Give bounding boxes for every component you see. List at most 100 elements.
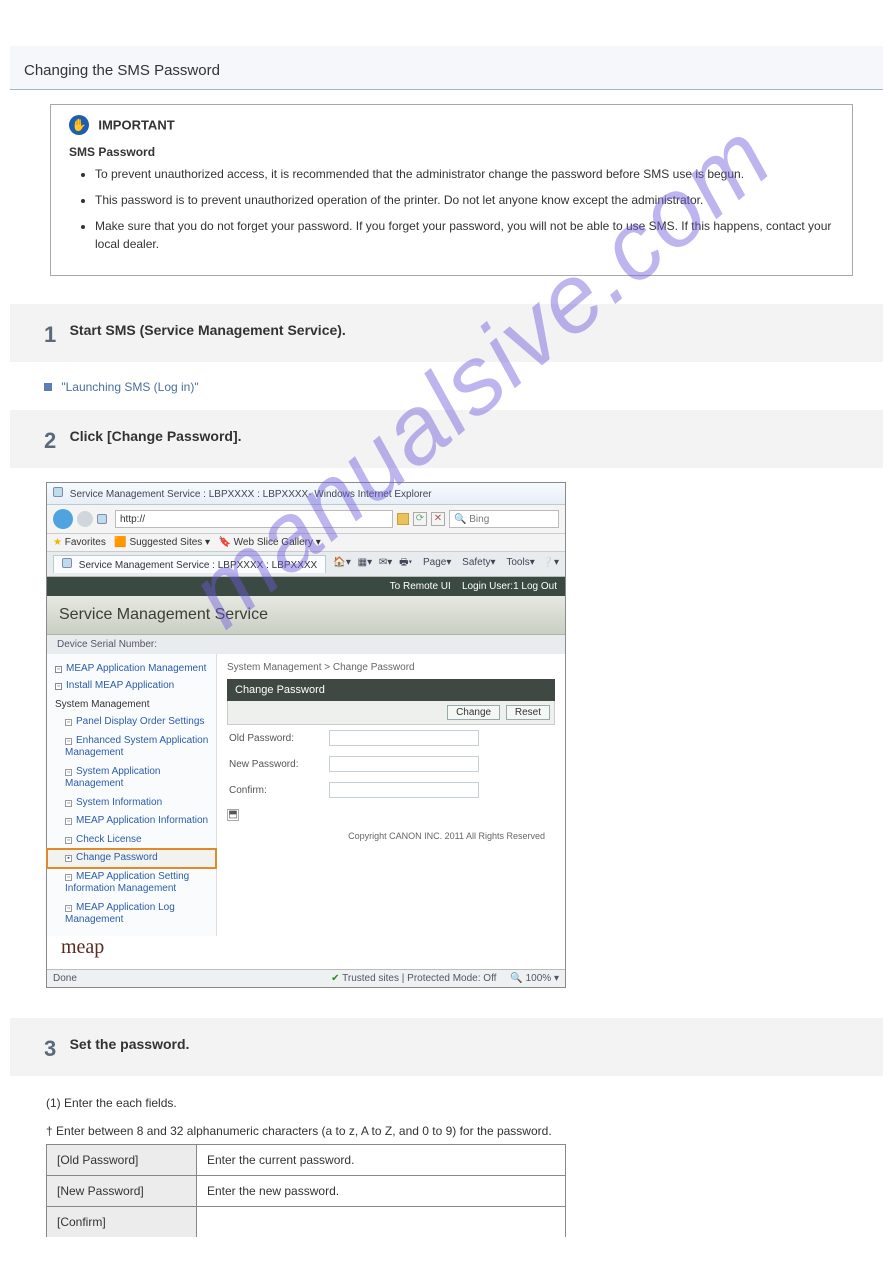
ie-app-icon (53, 487, 63, 497)
confirm-label: Confirm: (229, 785, 329, 796)
web-slice-link[interactable]: 🔖 Web Slice Gallery ▾ (218, 537, 320, 548)
sidebar-item-enhanced[interactable]: ▫Enhanced System Application Management (47, 732, 216, 763)
title-rule (10, 89, 883, 90)
step-number: 1 (44, 322, 56, 348)
url-field[interactable]: http:// (115, 510, 393, 528)
ie-window-title: Service Management Service : LBPXXXX : L… (47, 483, 565, 505)
sidebar-item-meapinfo[interactable]: ▫MEAP Application Information (47, 812, 216, 831)
status-done: Done (53, 973, 77, 984)
dagger-icon: † (46, 1124, 53, 1138)
tools-menu[interactable]: Tools▾ (502, 557, 534, 568)
launch-sms-link[interactable]: "Launching SMS (Log in)" (61, 380, 198, 394)
important-subtitle: SMS Password (69, 145, 834, 159)
sms-main-pane: System Management > Change Password Chan… (217, 654, 565, 936)
new-password-input[interactable] (329, 756, 479, 772)
ie-address-bar: http:// ⟳ ✕ 🔍 Bing (47, 505, 565, 534)
zoom-icon[interactable]: 🔍 100% ▾ (510, 973, 559, 984)
lock-icon (397, 513, 409, 525)
print-icon[interactable]: 🖶▾ (399, 557, 412, 568)
old-password-input[interactable] (329, 730, 479, 746)
important-bullet: This password is to prevent unauthorized… (95, 191, 834, 209)
important-bullet: To prevent unauthorized access, it is re… (95, 165, 834, 183)
collapse-icon[interactable]: ⬒ (227, 809, 239, 821)
logout-link[interactable]: Login User:1 Log Out (462, 581, 557, 592)
form-row-confirm: Confirm: (227, 777, 555, 803)
ie-tab-row: Service Management Service : LBPXXXX : L… (47, 552, 565, 577)
breadcrumb: System Management > Change Password (227, 662, 555, 673)
page-menu[interactable]: Page▾ (419, 557, 451, 568)
cell-new-label: [New Password] (47, 1175, 197, 1206)
link-square-icon (44, 383, 52, 391)
table-row: [Confirm] (47, 1206, 566, 1237)
window-title-text: Service Management Service : LBPXXXX : L… (70, 489, 432, 500)
refresh-button[interactable]: ⟳ (413, 512, 427, 526)
step3-line1: (1) Enter the each fields. (46, 1096, 883, 1110)
sidebar-header-system: System Management (47, 694, 216, 713)
suggested-sites-link[interactable]: 🟧 Suggested Sites ▾ (114, 537, 210, 548)
stop-button[interactable]: ✕ (431, 512, 445, 526)
important-box: ✋ IMPORTANT SMS Password To prevent unau… (50, 104, 853, 276)
ie-page-icon (97, 514, 107, 524)
safety-menu[interactable]: Safety▾ (458, 557, 495, 568)
sidebar-item-settinginfo[interactable]: ▫MEAP Application Setting Information Ma… (47, 868, 216, 899)
dagger-note: Enter between 8 and 32 alphanumeric char… (56, 1124, 552, 1138)
sidebar-item-logmgmt[interactable]: ▫MEAP Application Log Management (47, 899, 216, 930)
sms-sidebar: ▫MEAP Application Management ▫Install ME… (47, 654, 217, 936)
device-serial-label: Device Serial Number: (47, 635, 565, 654)
pane-header: Change Password (227, 679, 555, 701)
sms-app-title: Service Management Service (47, 596, 565, 635)
feeds-icon[interactable]: ▦▾ (358, 557, 372, 568)
hand-icon: ✋ (69, 115, 89, 135)
home-icon[interactable]: 🏠▾ (333, 557, 350, 568)
reset-button[interactable]: Reset (506, 705, 550, 720)
form-row-old: Old Password: (227, 725, 555, 751)
browser-tab[interactable]: Service Management Service : LBPXXXX : L… (53, 555, 326, 573)
ie-favorites-bar: ★ Favorites 🟧 Suggested Sites ▾ 🔖 Web Sl… (47, 534, 565, 552)
cell-confirm-label: [Confirm] (47, 1206, 197, 1237)
status-zone: Trusted sites | Protected Mode: Off (342, 973, 496, 984)
table-row: [Old Password] Enter the current passwor… (47, 1144, 566, 1175)
favorites-star-icon[interactable]: ★ (53, 537, 62, 548)
table-row: [New Password] Enter the new password. (47, 1175, 566, 1206)
search-field[interactable]: 🔍 Bing (449, 510, 559, 528)
important-bullet: Make sure that you do not forget your pa… (95, 217, 834, 253)
step-number: 3 (44, 1036, 56, 1062)
confirm-input[interactable] (329, 782, 479, 798)
sidebar-item-meap-mgmt[interactable]: ▫MEAP Application Management (47, 660, 216, 677)
mail-icon[interactable]: ✉▾ (379, 557, 392, 568)
sidebar-item-change-password[interactable]: ▪Change Password (47, 849, 216, 868)
copyright-text: Copyright CANON INC. 2011 All Rights Res… (227, 821, 555, 845)
screenshot: Service Management Service : LBPXXXX : L… (46, 482, 566, 988)
change-button[interactable]: Change (447, 705, 500, 720)
meap-logo: meap (47, 936, 565, 969)
sidebar-item-checklic[interactable]: ▫Check License (47, 831, 216, 850)
ie-tab-icon (62, 558, 72, 568)
form-row-new: New Password: (227, 751, 555, 777)
step-1: 1 Start SMS (Service Management Service)… (10, 304, 883, 362)
important-label: IMPORTANT (98, 118, 174, 133)
step-title: Set the password. (70, 1036, 190, 1052)
sidebar-item-panel[interactable]: ▫Panel Display Order Settings (47, 713, 216, 732)
to-remote-ui-link[interactable]: To Remote UI (390, 581, 451, 592)
old-password-label: Old Password: (229, 733, 329, 744)
step-2: 2 Click [Change Password]. (10, 410, 883, 468)
shield-icon: ✔ (331, 973, 339, 984)
forward-button[interactable] (77, 511, 93, 527)
back-button[interactable] (53, 509, 73, 529)
step-3: 3 Set the password. (10, 1018, 883, 1076)
important-list: To prevent unauthorized access, it is re… (95, 165, 834, 253)
step1-link-line: "Launching SMS (Log in)" (10, 372, 883, 410)
cell-old-label: [Old Password] (47, 1144, 197, 1175)
sidebar-item-install[interactable]: ▫Install MEAP Application (47, 677, 216, 694)
sidebar-item-sysapp[interactable]: ▫System Application Management (47, 763, 216, 794)
button-row: Change Reset (227, 701, 555, 725)
topic-id: 0AWU-0JS (10, 30, 883, 42)
ie-command-bar: 🏠▾ ▦▾ ✉▾ 🖶▾ Page▾ Safety▾ Tools▾ ❔▾ (329, 555, 559, 573)
step3-body: (1) Enter the each fields. † Enter betwe… (46, 1096, 883, 1237)
help-icon[interactable]: ❔▾ (542, 557, 559, 568)
step-title: Start SMS (Service Management Service). (70, 322, 346, 338)
sidebar-item-sysinfo[interactable]: ▫System Information (47, 794, 216, 813)
new-password-label: New Password: (229, 759, 329, 770)
favorites-label[interactable]: Favorites (65, 537, 106, 548)
cell-new-desc: Enter the new password. (197, 1175, 566, 1206)
